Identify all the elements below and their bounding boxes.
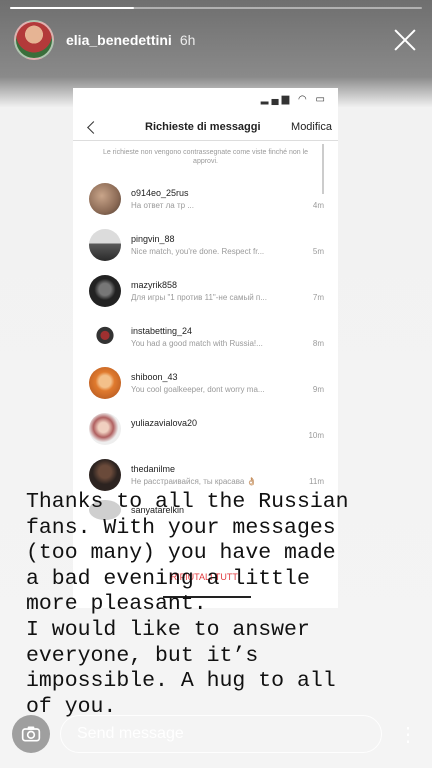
message-time: 9m (312, 385, 324, 394)
story-caption: Thanks to all the Russian fans. With you… (26, 490, 349, 719)
message-preview: На ответ ла тр ... (131, 201, 194, 210)
avatar (89, 229, 121, 261)
send-message-input[interactable] (60, 715, 382, 753)
message-time: 10m (308, 431, 324, 440)
list-item: mazyrik858 Для игры "1 против 11"-не сам… (89, 268, 324, 314)
more-options-icon[interactable]: ⋮ (388, 722, 418, 747)
message-preview: Nice match, you're done. Respect fr... (131, 247, 265, 256)
list-item: pingvin_88 Nice match, you're done. Resp… (89, 222, 324, 268)
avatar (89, 459, 121, 491)
list-item: yuliazavialova20 10m (89, 406, 324, 452)
screenshot-nav-bar: Richieste di messaggi Modifica (73, 114, 338, 141)
avatar (89, 183, 121, 215)
message-username: mazyrik858 (131, 280, 178, 290)
message-preview (131, 431, 304, 440)
camera-icon (21, 726, 41, 742)
message-time: 4m (312, 201, 324, 210)
message-username: pingvin_88 (131, 234, 175, 244)
message-preview: You had a good match with Russia!... (131, 339, 263, 348)
screenshot-edit-label: Modifica (291, 121, 332, 133)
story-progress-fill (10, 7, 134, 9)
message-username: shiboon_43 (131, 372, 178, 382)
message-time: 11m (309, 477, 324, 486)
avatar (89, 275, 121, 307)
list-item: instabetting_24 You had a good match wit… (89, 314, 324, 360)
message-preview: You cool goalkeeper, dont worry ma... (131, 385, 265, 394)
reply-bar: ⋮ (12, 712, 418, 756)
screenshot-notice: Le richieste non vengono contrassegnate … (102, 149, 309, 165)
message-time: 8m (312, 339, 324, 348)
message-username: instabetting_24 (131, 326, 193, 336)
screenshot-title: Richieste di messaggi (145, 121, 261, 133)
list-item: shiboon_43 You cool goalkeeper, dont wor… (89, 360, 324, 406)
message-preview: Для игры "1 против 11"-не самый п... (131, 293, 267, 302)
story-timestamp: 6h (179, 32, 196, 48)
avatar (89, 413, 121, 445)
message-preview: Не расстраивайся, ты красава 👌🏼 (131, 477, 257, 486)
story-progress-bar (10, 7, 422, 9)
message-username: o914eo_25rus (131, 188, 189, 198)
message-request-list: o914eo_25rus На ответ ла тр ... 4m pingvi… (89, 176, 324, 522)
message-username: thedanilme (131, 464, 176, 474)
message-username: yuliazavialova20 (131, 418, 198, 428)
list-item: o914eo_25rus На ответ ла тр ... 4m (89, 176, 324, 222)
avatar (89, 367, 121, 399)
status-bar-icons: ▂▄▆ ◠ ▭ (260, 94, 328, 105)
avatar[interactable] (14, 20, 54, 60)
avatar (89, 321, 121, 353)
story-header: elia_benedettini 6h (14, 20, 418, 60)
close-icon[interactable] (392, 27, 418, 53)
back-arrow-icon (87, 120, 100, 134)
message-time: 5m (312, 247, 324, 256)
message-time: 7m (312, 293, 324, 302)
camera-button[interactable] (12, 715, 50, 753)
story-username[interactable]: elia_benedettini (66, 32, 172, 48)
